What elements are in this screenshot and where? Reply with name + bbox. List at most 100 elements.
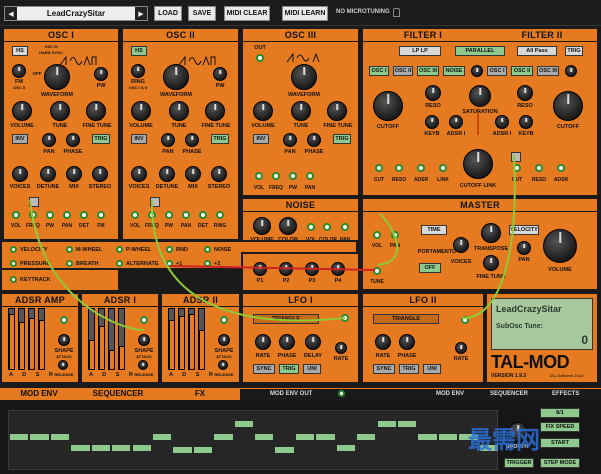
sequencer-step[interactable] — [91, 444, 111, 451]
lfo2-phase-knob[interactable] — [399, 334, 415, 350]
sequencer-step[interactable] — [316, 434, 335, 441]
preset-name[interactable]: LeadCrazySitar — [19, 7, 133, 20]
finetune-master-knob[interactable] — [483, 255, 499, 271]
filter2-mix-knob[interactable] — [565, 65, 577, 77]
adsr2-out-jack[interactable] — [220, 316, 228, 324]
lfo1-delay-knob[interactable] — [305, 334, 321, 350]
osc3-jack-pan[interactable] — [306, 172, 314, 180]
osc2-voices-knob[interactable] — [131, 166, 147, 182]
sequencer-step[interactable] — [336, 444, 356, 451]
osc2-stereo-knob[interactable] — [211, 166, 227, 182]
osc1-pan-knob[interactable] — [42, 133, 56, 147]
portamento-time-button[interactable]: TIME — [421, 225, 447, 235]
osc3-phase-knob[interactable] — [307, 133, 321, 147]
cutoff-link-knob[interactable] — [463, 149, 493, 179]
master-pan-knob[interactable] — [517, 241, 531, 255]
filter1-jack-link[interactable] — [439, 164, 447, 172]
filter2-cutoff-knob[interactable] — [553, 91, 583, 121]
alternate-jack[interactable] — [116, 260, 123, 267]
adsr1-shape-attack-knob[interactable] — [138, 334, 150, 346]
osc2-jack-ring[interactable] — [216, 211, 224, 219]
osc1-pw-knob[interactable] — [94, 67, 108, 81]
lfo1-sync-button[interactable]: SYNC — [253, 364, 275, 374]
filter2-trig-button[interactable]: TRIG — [565, 46, 583, 56]
filter1-cutoff-knob[interactable] — [373, 91, 403, 121]
filter1-noise-button[interactable]: NOISE — [443, 66, 465, 76]
osc1-plug[interactable] — [29, 197, 39, 207]
lfo2-rate-mod-knob[interactable] — [455, 342, 467, 354]
osc2-jack-det[interactable] — [199, 211, 207, 219]
lock-icon[interactable] — [393, 8, 400, 17]
plus2-jack[interactable] — [204, 260, 211, 267]
master-jack-pan[interactable] — [391, 231, 399, 239]
osc3-inv-button[interactable]: INV — [253, 134, 269, 144]
osc3-waveform-knob[interactable] — [291, 64, 317, 90]
sequencer-step[interactable] — [173, 447, 192, 454]
sequencer-right-tab[interactable]: SEQUENCER — [490, 391, 528, 397]
adsr1-shape-release-knob[interactable] — [138, 360, 148, 370]
osc2-finetune-knob[interactable] — [205, 101, 225, 121]
osc2-jack-pan[interactable] — [182, 211, 190, 219]
filter2-jack-cut[interactable] — [513, 164, 521, 172]
p3-knob[interactable] — [305, 262, 319, 276]
osc2-volume-knob[interactable] — [131, 101, 151, 121]
effects-right-tab[interactable]: EFFECTS — [552, 391, 579, 397]
filter2-osc1-button[interactable]: OSC I — [487, 66, 507, 76]
filter1-osc1-button[interactable]: OSC I — [369, 66, 389, 76]
sequencer-step[interactable] — [255, 434, 274, 441]
lfo1-rate-knob[interactable] — [255, 334, 271, 350]
osc3-jack-pw[interactable] — [289, 172, 297, 180]
osc2-hs-button[interactable]: HS — [131, 46, 147, 56]
osc2-trig-button[interactable]: TRIG — [211, 134, 229, 144]
osc3-jack-vol[interactable] — [255, 172, 263, 180]
master-jack-tune[interactable] — [373, 267, 381, 275]
plus1-jack[interactable] — [166, 260, 173, 267]
lfo2-waveform-select[interactable]: TRIANGLE — [373, 314, 439, 324]
master-volume-knob[interactable] — [543, 229, 577, 263]
filter2-plug[interactable] — [511, 152, 521, 162]
sequencer-step[interactable] — [10, 434, 29, 441]
noise-jack-pan[interactable] — [341, 223, 349, 231]
rnd-jack[interactable] — [166, 246, 173, 253]
sequencer-step[interactable] — [132, 444, 151, 451]
filter1-jack-cut[interactable] — [375, 164, 383, 172]
keytrack-jack[interactable] — [10, 276, 17, 283]
noise-volume-knob[interactable] — [253, 217, 271, 235]
osc1-jack-fm[interactable] — [97, 211, 105, 219]
sequencer-step[interactable] — [50, 434, 70, 441]
noise-color-knob[interactable] — [279, 217, 297, 235]
filter2-type-select[interactable]: All Pass — [517, 46, 557, 56]
osc1-fm-knob[interactable] — [12, 64, 26, 78]
midi-clear-button[interactable]: MIDI CLEAR — [224, 6, 270, 21]
filter2-jack-reso[interactable] — [535, 164, 543, 172]
osc1-mix-knob[interactable] — [66, 166, 82, 182]
p1-knob[interactable] — [253, 262, 267, 276]
sequencer-step[interactable] — [214, 434, 233, 441]
rate-button[interactable]: 8/1 — [540, 408, 580, 418]
mwheel-jack[interactable] — [66, 246, 73, 253]
midi-learn-button[interactable]: MIDI LEARN — [282, 6, 328, 21]
noise-mod-jack[interactable] — [204, 246, 211, 253]
p2-knob[interactable] — [279, 262, 293, 276]
start-button[interactable]: START — [540, 438, 580, 448]
lfo1-rate-mod-knob[interactable] — [335, 342, 347, 354]
preset-selector[interactable]: ◀ LeadCrazySitar ▶ — [4, 6, 148, 21]
osc3-tune-knob[interactable] — [291, 101, 311, 121]
osc3-finetune-knob[interactable] — [327, 101, 347, 121]
filter2-osc2-button[interactable]: OSC II — [511, 66, 533, 76]
prev-preset-button[interactable]: ◀ — [5, 7, 17, 20]
osc1-jack-det[interactable] — [80, 211, 88, 219]
osc3-volume-knob[interactable] — [253, 101, 273, 121]
osc2-jack-freq[interactable] — [148, 211, 156, 219]
next-preset-button[interactable]: ▶ — [135, 7, 147, 20]
filter1-keyb-knob[interactable] — [425, 115, 439, 129]
osc2-pan-knob[interactable] — [161, 133, 175, 147]
filter1-type-select[interactable]: LP LP — [399, 46, 441, 56]
lfo1-phase-knob[interactable] — [279, 334, 295, 350]
osc1-voices-knob[interactable] — [12, 166, 28, 182]
osc1-jack-pw[interactable] — [46, 211, 54, 219]
sequencer-step[interactable] — [71, 444, 90, 451]
osc1-volume-knob[interactable] — [12, 101, 32, 121]
osc3-out-jack[interactable] — [256, 54, 264, 62]
osc1-trig-button[interactable]: TRIG — [92, 134, 110, 144]
